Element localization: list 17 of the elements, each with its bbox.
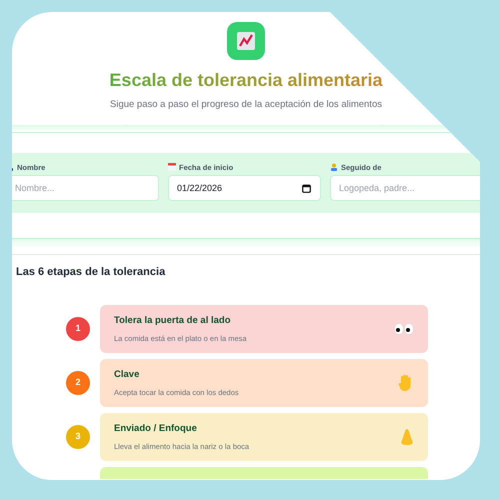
input-field[interactable]: Nombre... xyxy=(12,175,159,202)
calendar-icon xyxy=(168,163,176,172)
chart-icon xyxy=(227,22,265,60)
page-subtitle: Sigue paso a paso el progreso de la aceptación de los alimentos xyxy=(110,98,382,112)
calendar-icon[interactable] xyxy=(302,184,311,194)
section-title: Las 6 etapas de la tolerancia xyxy=(16,265,166,280)
step-number: 2 xyxy=(66,370,90,395)
nose-icon xyxy=(400,428,414,446)
eyes-icon xyxy=(394,322,414,335)
date-field[interactable]: 01/22/2026 xyxy=(168,175,321,202)
input-field[interactable]: Logopeda, padre... xyxy=(330,175,480,202)
step-title: Tolera la puerta de al lado xyxy=(114,314,232,328)
step-number: 3 xyxy=(66,424,90,449)
step-number: 1 xyxy=(66,316,90,341)
step-title: Clave xyxy=(114,368,140,382)
step-title: Enviado / Enfoque xyxy=(114,422,198,436)
person-icon xyxy=(330,163,338,172)
